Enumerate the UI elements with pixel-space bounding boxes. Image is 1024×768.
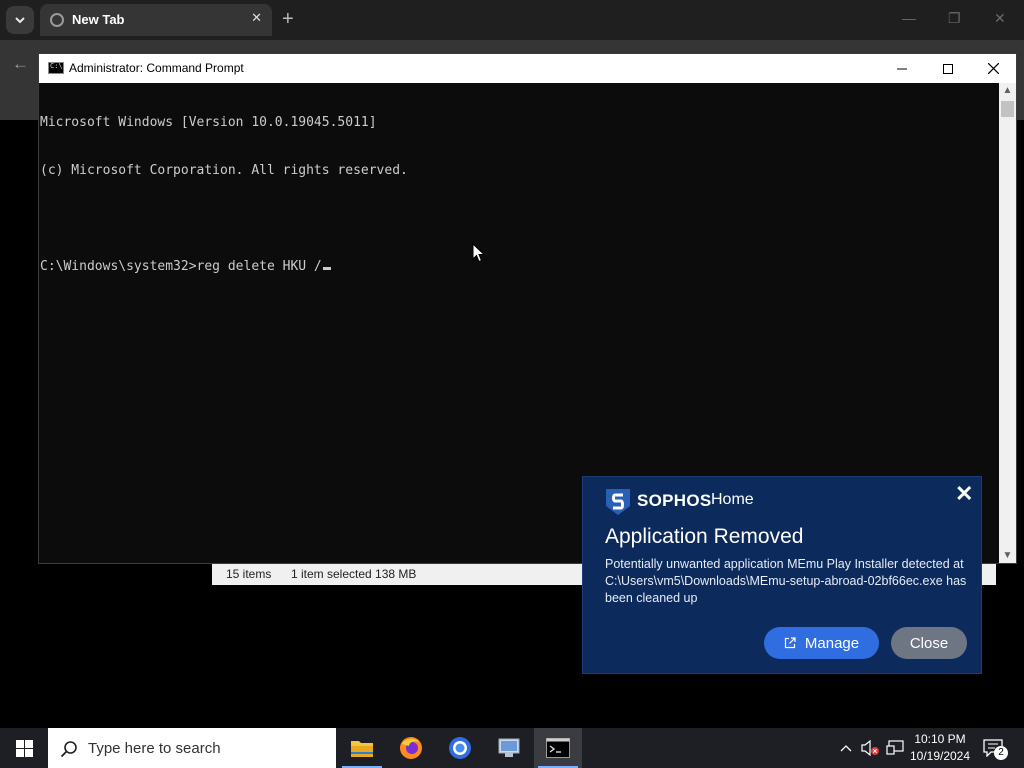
cmd-title-bar[interactable]: Administrator: Command Prompt [39,54,1016,83]
cmd-minimize-button[interactable] [879,54,925,83]
browser-restore-button[interactable]: ❐ [948,10,961,27]
browser-close-button[interactable]: ✕ [994,10,1006,27]
scroll-down-arrow-icon[interactable]: ▼ [999,550,1016,561]
taskbar-control-panel[interactable] [485,728,533,768]
close-button[interactable]: Close [891,627,967,659]
globe-icon [50,13,64,27]
sophos-product-name: Home [711,491,754,508]
firefox-icon [400,737,422,759]
search-icon [60,741,77,758]
explorer-selection-info: 1 item selected 138 MB [291,567,417,581]
tab-title: New Tab [72,12,125,27]
desktop-screen: New Tab ✕ + — ❐ ✕ ← 15 items 1 item sele… [0,0,1024,768]
show-hidden-icons-button[interactable] [836,728,856,768]
toast-title: Application Removed [605,525,804,548]
minimize-icon [897,68,907,69]
taskbar: Type here to search 10:10 PM 10/19/2024 [0,728,1024,768]
sophos-shield-icon [606,489,630,515]
maximize-icon [943,63,953,74]
windows-logo-icon [15,739,33,757]
network-icon [886,740,904,755]
browser-minimize-button[interactable]: — [902,10,916,26]
notification-count-badge: 2 [994,746,1008,760]
explorer-item-count: 15 items [226,567,272,581]
text-cursor [322,267,331,270]
volume-button[interactable] [858,728,882,768]
manage-button[interactable]: Manage [764,627,879,659]
tab-search-button[interactable] [6,6,34,34]
external-link-icon [784,637,796,649]
sophos-notification: SOPHOS Home ✕ Application Removed Potent… [582,476,982,674]
browser-tab-bar: New Tab ✕ + — ❐ ✕ [0,0,1024,40]
taskbar-firefox[interactable] [387,728,435,768]
taskbar-search-box[interactable]: Type here to search [48,728,336,768]
console-line: (c) Microsoft Corporation. All rights re… [40,163,408,178]
scroll-up-arrow-icon[interactable]: ▲ [999,85,1016,96]
taskbar-command-prompt[interactable] [534,728,582,768]
manage-button-label: Manage [804,634,860,652]
taskbar-file-explorer[interactable] [338,728,386,768]
console-line: Microsoft Windows [Version 10.0.19045.50… [40,115,377,130]
tab-close-button[interactable]: ✕ [251,10,262,26]
chrome-icon [449,737,471,759]
mouse-pointer-icon [472,243,486,263]
cmd-app-icon [48,62,64,74]
cmd-window-title: Administrator: Command Prompt [69,61,244,75]
console-prompt-line: C:\Windows\system32>reg delete HKU / [40,259,1000,275]
toast-message: Potentially unwanted application MEmu Pl… [605,557,967,605]
clock-time: 10:10 PM [914,732,966,746]
new-tab-button[interactable]: + [282,8,294,30]
network-button[interactable] [884,728,906,768]
console-command-text: C:\Windows\system32>reg delete HKU / [40,259,322,274]
speaker-muted-icon [861,740,879,756]
cmd-close-button[interactable] [970,54,1016,83]
toast-close-x-button[interactable]: ✕ [955,483,973,505]
search-placeholder: Type here to search [88,740,221,757]
chevron-down-icon [15,17,25,24]
taskbar-chrome[interactable] [436,728,484,768]
folder-icon [351,741,373,757]
back-arrow-icon[interactable]: ← [12,54,29,74]
close-icon [987,63,999,74]
start-button[interactable] [0,728,48,768]
terminal-icon [546,738,570,758]
cmd-scrollbar[interactable]: ▲ ▼ [999,83,1016,563]
cmd-maximize-button[interactable] [925,54,971,83]
chevron-up-icon [840,745,852,752]
scroll-thumb[interactable] [1001,101,1014,117]
browser-tab[interactable]: New Tab ✕ [40,4,272,36]
control-panel-icon [498,738,520,757]
taskbar-clock[interactable]: 10:10 PM 10/19/2024 [908,731,972,765]
sophos-brand-name: SOPHOS [637,491,712,510]
clock-date: 10/19/2024 [909,749,971,763]
